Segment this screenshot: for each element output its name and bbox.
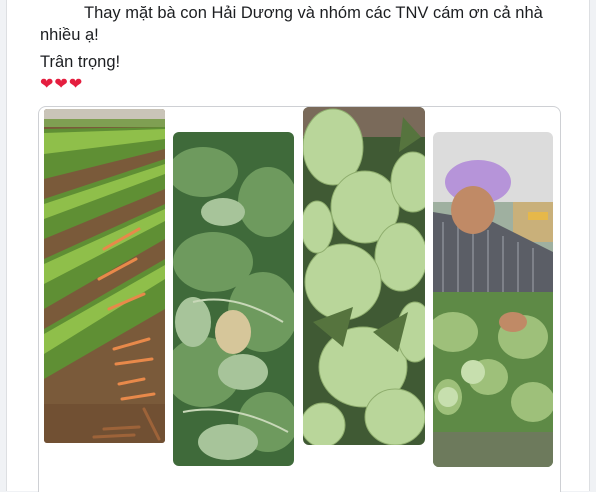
post-message-line-2: nhiều ạ!: [40, 26, 99, 44]
post-message: Thay mặt bà con Hải Dương và nhóm các TN…: [40, 2, 560, 46]
post-message-line-1: Thay mặt bà con Hải Dương và nhóm các TN…: [84, 4, 543, 22]
photo-attachment[interactable]: [38, 106, 561, 492]
heart-emojis: ❤❤❤: [40, 76, 84, 93]
post-card: Thay mặt bà con Hải Dương và nhóm các TN…: [6, 0, 590, 492]
carrot-field-photo[interactable]: [44, 109, 165, 443]
guava-fruits-photo[interactable]: [303, 107, 425, 445]
post-closing: Trân trọng!: [40, 53, 121, 71]
farmer-woman-photo[interactable]: [433, 132, 553, 467]
guava-leaves-photo[interactable]: [173, 132, 294, 466]
